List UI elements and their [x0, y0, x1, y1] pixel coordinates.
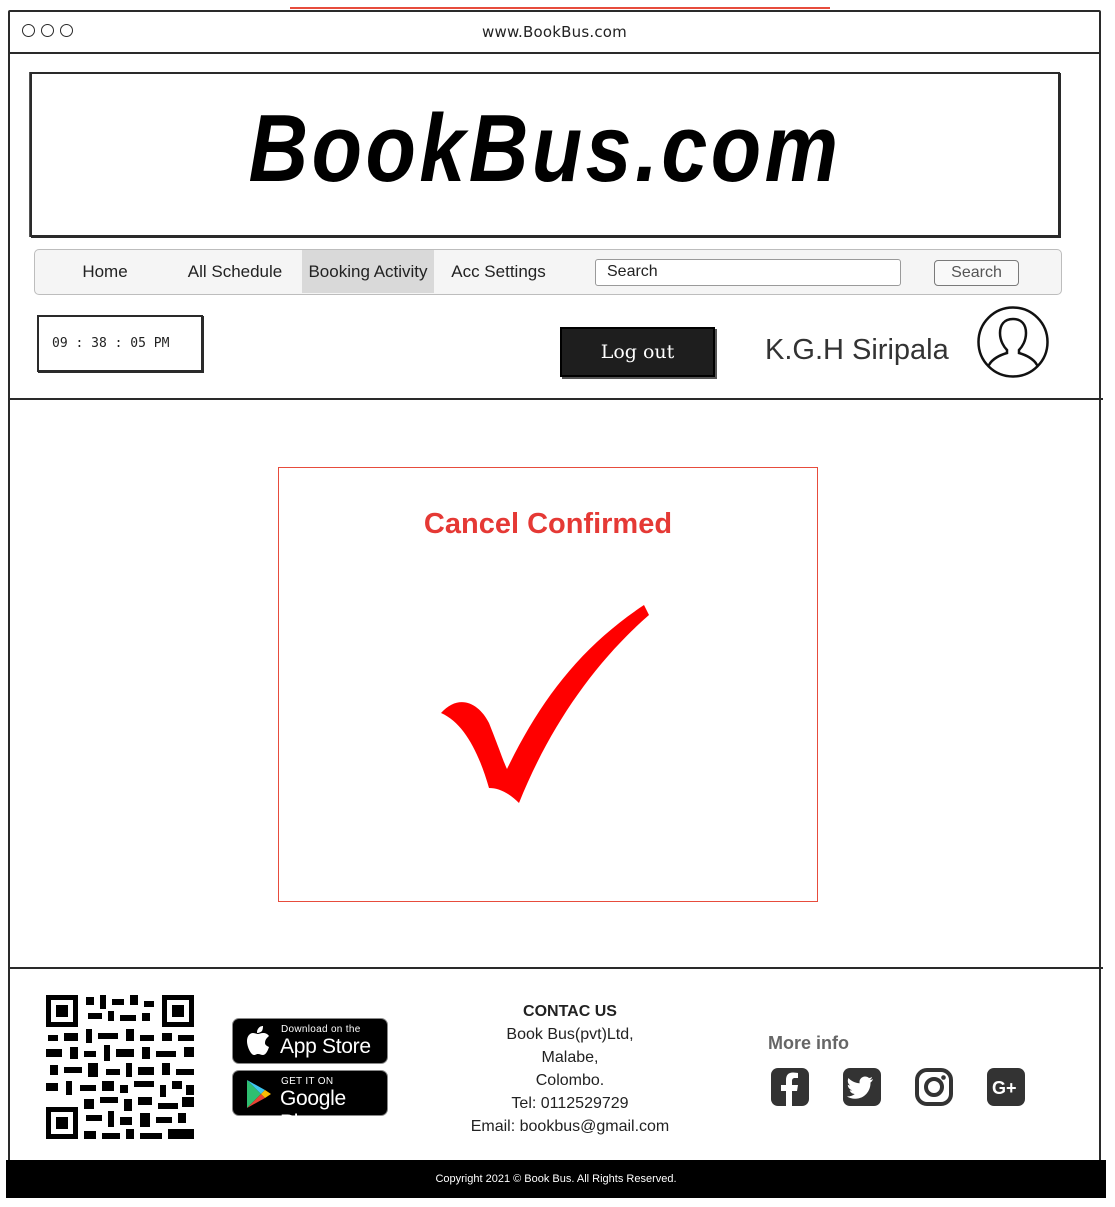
- contact-phone: Tel: 0112529729: [511, 1095, 629, 1112]
- search-button[interactable]: Search: [934, 260, 1019, 286]
- facebook-icon[interactable]: [770, 1067, 810, 1107]
- nav-all-schedule[interactable]: All Schedule: [183, 250, 287, 293]
- apple-icon: [247, 1026, 269, 1055]
- contact-district: Colombo.: [535, 1072, 605, 1089]
- contact-title: CONTAC US: [523, 1003, 617, 1020]
- copyright-bar: Copyright 2021 © Book Bus. All Rights Re…: [6, 1160, 1106, 1198]
- top-edge-line: [290, 7, 830, 9]
- contact-block: CONTAC US Book Bus(pvt)Ltd, Malabe, Colo…: [440, 1000, 700, 1138]
- google-play-icon: [247, 1080, 271, 1108]
- google-plus-icon[interactable]: G+: [986, 1067, 1026, 1107]
- address-bar[interactable]: www.BookBus.com: [10, 23, 1099, 41]
- contact-city: Malabe,: [541, 1049, 599, 1066]
- cancel-confirm-panel: Cancel Confirmed: [278, 467, 818, 902]
- twitter-icon[interactable]: [842, 1067, 882, 1107]
- browser-titlebar: www.BookBus.com: [10, 12, 1099, 54]
- user-name: K.G.H Siripala: [765, 334, 949, 366]
- avatar-icon[interactable]: [976, 305, 1050, 379]
- logout-button[interactable]: Log out: [560, 327, 715, 377]
- clock-display: 09 : 38 : 05 PM: [37, 315, 203, 372]
- app-store-small: Download on the: [281, 1024, 361, 1035]
- logo-banner: BookBus.com: [30, 72, 1060, 237]
- checkmark-icon: [441, 605, 649, 803]
- instagram-icon[interactable]: [914, 1067, 954, 1107]
- nav-bar: Home All Schedule Booking Activity Acc S…: [34, 249, 1062, 295]
- site-logo[interactable]: BookBus.com: [104, 96, 986, 202]
- confirm-title: Cancel Confirmed: [423, 508, 673, 540]
- browser-window: www.BookBus.com BookBus.com Home All Sch…: [6, 10, 1106, 1198]
- nav-acc-settings[interactable]: Acc Settings: [447, 250, 550, 293]
- contact-email[interactable]: Email: bookbus@gmail.com: [440, 1115, 700, 1138]
- google-play-small: GET IT ON: [281, 1076, 334, 1087]
- search-input[interactable]: Search: [595, 259, 901, 286]
- header-divider: [10, 398, 1103, 400]
- nav-home[interactable]: Home: [75, 250, 135, 293]
- google-play-big: Google Play: [280, 1087, 346, 1134]
- nav-booking-activity[interactable]: Booking Activity: [302, 250, 434, 293]
- google-play-badge[interactable]: GET IT ON Google Play: [232, 1070, 388, 1134]
- more-info-heading: More info: [768, 1033, 849, 1053]
- app-store-big: App Store: [280, 1035, 371, 1058]
- contact-company: Book Bus(pvt)Ltd,: [506, 1026, 634, 1043]
- app-store-badge[interactable]: Download on the App Store: [232, 1018, 388, 1064]
- svg-text:G+: G+: [992, 1078, 1017, 1098]
- footer-divider: [10, 967, 1103, 969]
- qr-code-icon: [44, 993, 199, 1143]
